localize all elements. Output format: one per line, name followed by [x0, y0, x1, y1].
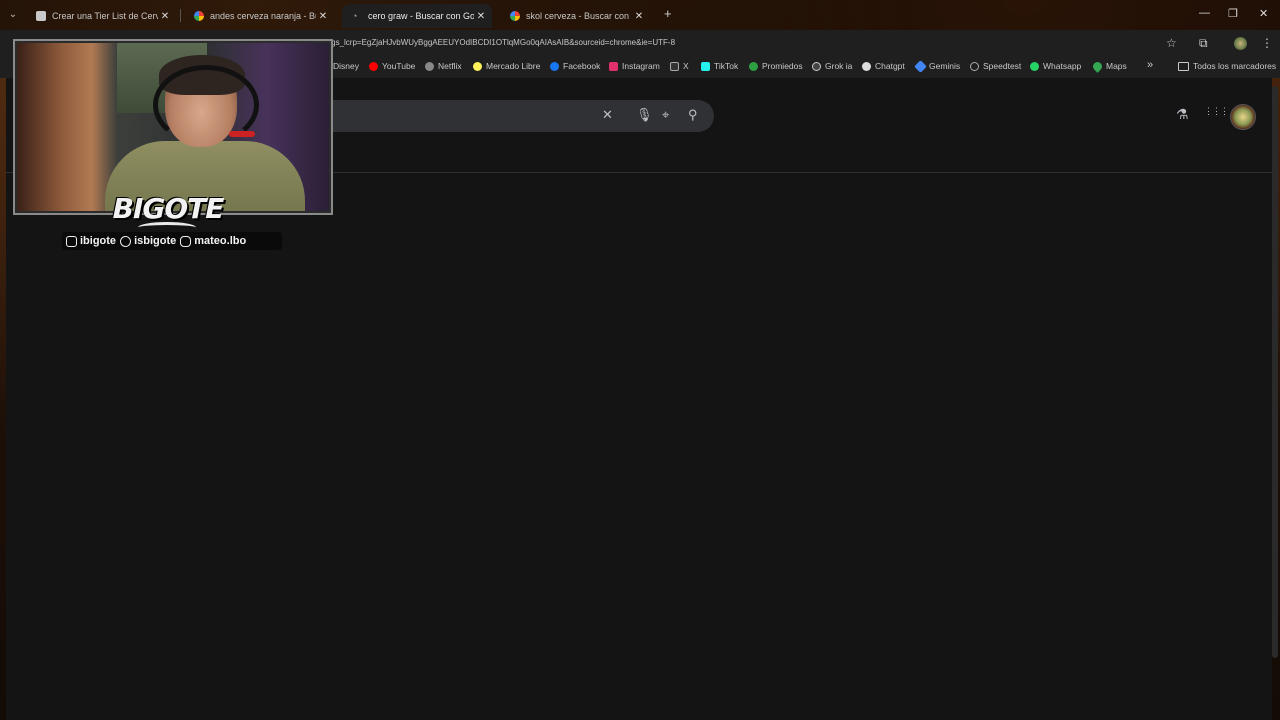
search-input[interactable]: ✕ 🎙 ⌖ ⚲	[306, 100, 714, 132]
tab-close-icon[interactable]: ✕	[158, 11, 172, 22]
bookmark-label: Instagram	[622, 61, 660, 71]
social-handle: ibigote	[80, 235, 117, 247]
gemini-icon	[914, 59, 927, 73]
x-icon	[670, 61, 679, 71]
google-favicon-icon	[194, 11, 204, 21]
bookmark-label: Speedtest	[983, 61, 1022, 71]
all-bookmarks-folder[interactable]: Todos los marcadores	[1178, 61, 1276, 71]
bookmark-label: Disney	[333, 61, 359, 71]
bookmark-label: Maps	[1106, 61, 1127, 71]
social-handle: isbigote	[134, 235, 177, 247]
tab-close-icon[interactable]: ✕	[316, 11, 330, 22]
bookmark-whatsapp[interactable]: Whatsapp	[1030, 61, 1081, 71]
instagram-icon	[609, 61, 618, 71]
tab-close-icon[interactable]: ✕	[632, 11, 646, 22]
bookmark-star-icon[interactable]: ☆	[1166, 36, 1177, 50]
bookmark-disney[interactable]: Disney	[333, 61, 359, 71]
promiedos-icon	[749, 61, 758, 71]
social-handles: ibigote isbigote mateo.lbo	[62, 232, 282, 250]
tab-title: cero graw - Buscar con Google	[368, 11, 474, 21]
tab-skol-cerveza[interactable]: skol cerveza - Buscar con Google ✕	[500, 4, 650, 28]
tab-close-icon[interactable]: ✕	[474, 11, 488, 22]
search-submit-icon[interactable]: ⚲	[688, 107, 698, 123]
microphone-icon	[229, 131, 255, 137]
bookmark-label: Netflix	[438, 61, 462, 71]
loading-favicon-icon: ◔	[352, 11, 358, 21]
tab-title: Crear una Tier List de Cervezas	[52, 11, 158, 21]
grok-icon	[812, 61, 821, 71]
tab-title: skol cerveza - Buscar con Google	[526, 11, 632, 21]
bookmark-mercado-libre[interactable]: Mercado Libre	[473, 61, 540, 71]
google-account-avatar[interactable]	[1230, 104, 1256, 130]
lens-search-icon[interactable]: ⌖	[662, 107, 669, 123]
maps-pin-icon	[1091, 59, 1104, 73]
chatgpt-icon	[862, 61, 871, 71]
new-tab-button[interactable]: +	[664, 6, 672, 21]
bookmark-x[interactable]: X	[670, 61, 689, 71]
tab-title: andes cerveza naranja - Buscar	[210, 11, 316, 21]
whatsapp-icon	[1030, 61, 1039, 71]
address-url: w&gs_lcrp=EgZjaHJvbWUyBggAEEUYOdIBCDI1OT…	[320, 38, 676, 47]
stream-branding: BIGOTE ibigote isbigote mateo.lbo	[62, 192, 282, 254]
bookmark-label: Geminis	[929, 61, 961, 71]
bookmark-label: Facebook	[563, 61, 601, 71]
tab-search-chevron-icon[interactable]: ⌄	[6, 8, 20, 22]
bookmark-netflix[interactable]: Netflix	[425, 61, 462, 71]
maximize-icon[interactable]: ❐	[1228, 7, 1238, 20]
bookmark-label: Whatsapp	[1043, 61, 1082, 71]
bookmark-label: Chatgpt	[875, 61, 905, 71]
window-close-icon[interactable]: ✕	[1259, 7, 1268, 20]
tiktok-icon	[701, 61, 710, 71]
bookmark-label: X	[683, 61, 689, 71]
google-apps-icon[interactable]: ⋮⋮⋮	[1204, 107, 1229, 116]
netflix-icon	[425, 61, 434, 71]
brand-logo-text: BIGOTE	[112, 192, 225, 225]
address-bar[interactable]: w&gs_lcrp=EgZjaHJvbWUyBggAEEUYOdIBCDI1OT…	[320, 33, 1160, 53]
profile-avatar[interactable]	[1234, 37, 1247, 50]
bookmark-chatgpt[interactable]: Chatgpt	[862, 61, 905, 71]
extensions-icon[interactable]: ⧉	[1199, 36, 1208, 51]
tierlist-favicon-icon	[36, 11, 46, 21]
tab-tier-list[interactable]: Crear una Tier List de Cervezas ✕	[26, 4, 176, 28]
bookmark-label: Promiedos	[762, 61, 803, 71]
bookmark-youtube[interactable]: YouTube	[369, 61, 415, 71]
bookmark-maps[interactable]: Maps	[1091, 59, 1127, 73]
speedtest-icon	[970, 61, 979, 71]
twitch-kick-icon	[66, 235, 77, 247]
streamer-webcam	[13, 39, 333, 215]
tiktok-icon	[120, 235, 132, 247]
youtube-icon	[369, 61, 378, 71]
tab-cero-graw[interactable]: ◔ cero graw - Buscar con Google ✕	[342, 4, 492, 28]
bookmark-label: TikTok	[714, 61, 739, 71]
bookmark-geminis[interactable]: Geminis	[914, 59, 961, 73]
chrome-menu-icon[interactable]: ⋮	[1261, 36, 1273, 50]
bookmark-promiedos[interactable]: Promiedos	[749, 61, 803, 71]
folder-icon	[1178, 61, 1189, 71]
tab-strip: ⌄ Crear una Tier List de Cervezas ✕ ande…	[0, 0, 1280, 30]
bookmark-tiktok[interactable]: TikTok	[701, 61, 738, 71]
google-favicon-icon	[510, 11, 520, 21]
bookmark-label: Grok ia	[825, 61, 853, 71]
instagram-icon	[180, 235, 192, 247]
clear-search-icon[interactable]: ✕	[602, 107, 613, 123]
page-scrollbar[interactable]	[1272, 86, 1278, 658]
bookmark-grok[interactable]: Grok ia	[812, 61, 852, 71]
bookmark-speedtest[interactable]: Speedtest	[970, 61, 1021, 71]
bookmarks-folder-label: Todos los marcadores	[1193, 61, 1277, 71]
mercadolibre-icon	[473, 61, 482, 71]
voice-search-icon[interactable]: 🎙	[636, 107, 653, 123]
bookmark-instagram[interactable]: Instagram	[609, 61, 660, 71]
tab-andes-cerveza[interactable]: andes cerveza naranja - Buscar ✕	[184, 4, 334, 28]
tab-separator	[180, 9, 181, 22]
bookmark-facebook[interactable]: Facebook	[550, 61, 600, 71]
bookmark-label: Mercado Libre	[486, 61, 541, 71]
bookmark-label: YouTube	[382, 61, 416, 71]
search-labs-icon[interactable]: ⚗	[1176, 106, 1189, 123]
bookmarks-overflow-icon[interactable]: »	[1147, 59, 1153, 71]
social-handle: mateo.lbo	[194, 235, 247, 247]
facebook-icon	[550, 61, 559, 71]
minimize-icon[interactable]: —	[1199, 7, 1210, 19]
